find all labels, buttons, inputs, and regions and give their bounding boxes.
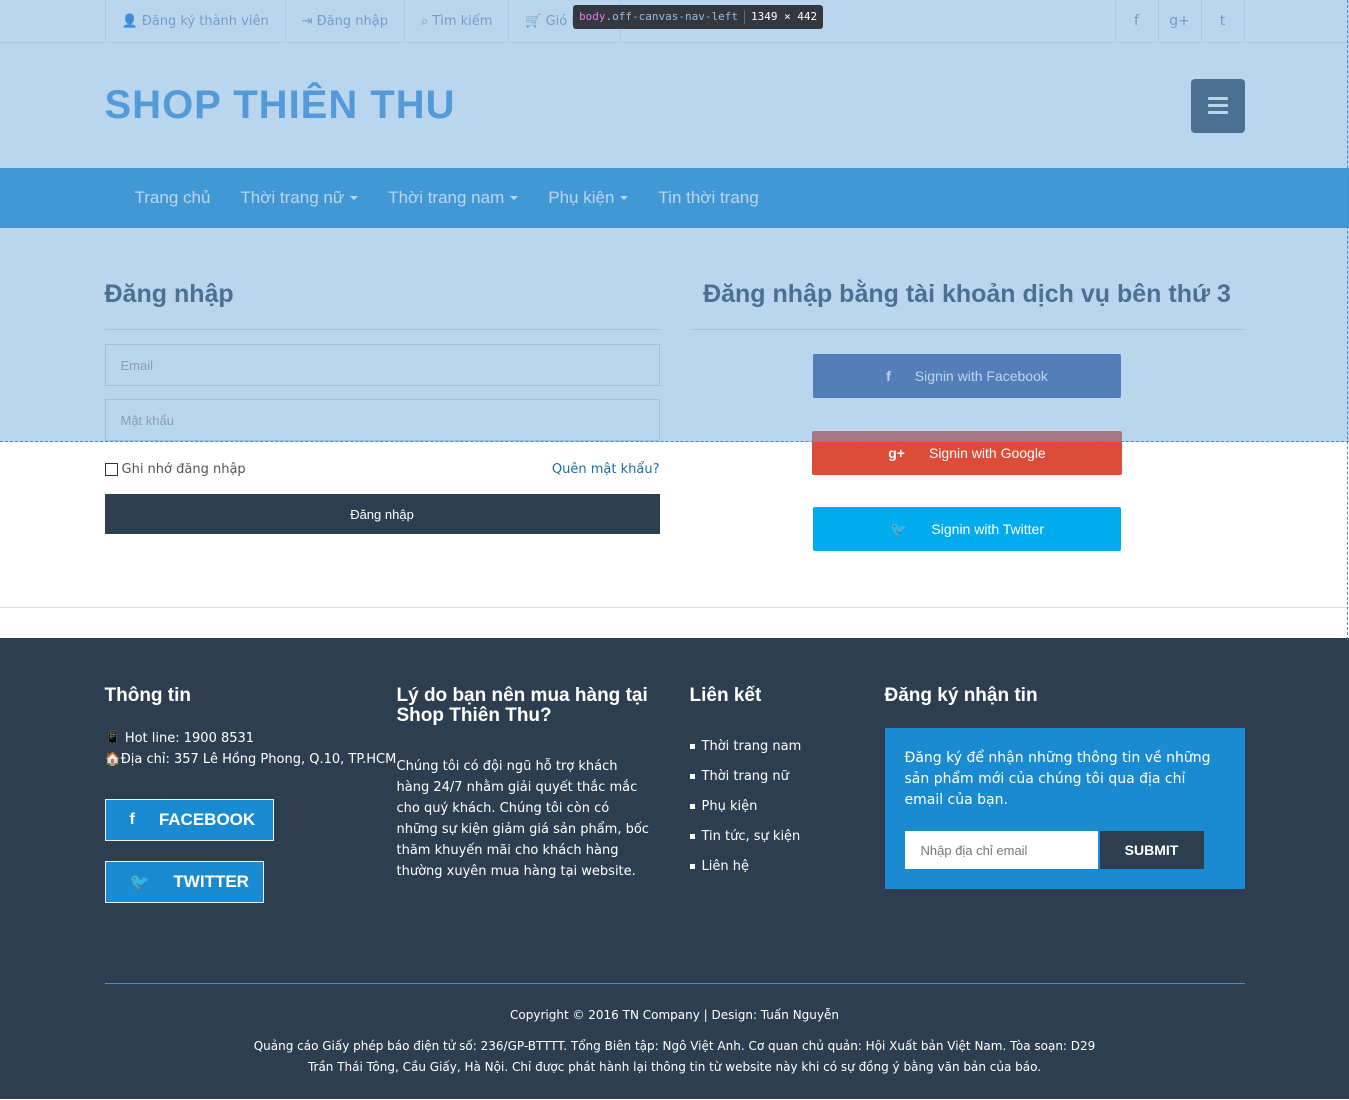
devtools-tooltip: body.off-canvas-nav-left 1349 × 442 [573, 5, 824, 29]
twitter-icon: 🐦 [129, 874, 150, 891]
newsletter-placeholder: Nhập địa chỉ email [920, 842, 1028, 858]
signin-google-button[interactable]: g+ Signin with Google [812, 431, 1122, 475]
footer-why: Lý do bạn nên mua hàng tại Shop Thiên Th… [397, 686, 690, 983]
footer-why-text: Chúng tôi có đội ngũ hỗ trợ khách hàng 2… [396, 759, 649, 879]
footer-link[interactable]: Tin tức, sự kiện [690, 826, 885, 847]
phone-icon: 📱 [104, 731, 121, 746]
copyright-line: Copyright © 2016 TN Company | Design: Tu… [510, 1008, 839, 1022]
footer-link[interactable]: Thời trang nữ [690, 766, 885, 787]
password-placeholder: Mật khẩu [120, 412, 174, 428]
footer-info-title: Thông tin [104, 685, 192, 706]
newsletter-submit-button[interactable]: SUBMIT [1099, 831, 1204, 869]
signin-google-label: Signin with Google [928, 445, 1046, 461]
main-nav: Trang chủ Thời trang nữ Thời trang nam P… [0, 168, 1349, 228]
nav-label: Phụ kiện [548, 188, 615, 207]
devtools-class: .off-canvas-nav-left [605, 10, 738, 23]
login-link[interactable]: ⇥ Đăng nhập [286, 0, 405, 42]
signin-twitter-label: Signin with Twitter [931, 521, 1044, 537]
devtools-dimensions: 1349 × 442 [750, 10, 818, 23]
copyright: Copyright © 2016 TN Company | Design: Tu… [0, 985, 1349, 1099]
caret-down-icon [350, 196, 359, 200]
newsletter-title: Đăng ký nhận tin [884, 685, 1038, 706]
cart-icon: 🛒 [525, 13, 542, 29]
user-icon: 👤 [121, 13, 138, 29]
search-link[interactable]: ⌕ Tìm kiếm [405, 0, 510, 42]
password-field[interactable]: Mật khẩu [104, 399, 660, 441]
footer-facebook-label: FACEBOOK [158, 810, 256, 829]
license-line-1: Quảng cáo Giấy phép báo điện tử số: 236/… [253, 1039, 1096, 1053]
email-field[interactable]: Email [104, 344, 660, 386]
site-logo[interactable]: SHOP THIÊN THU [105, 83, 456, 128]
footer-newsletter: Đăng ký nhận tin Đăng ký để nhận những t… [884, 685, 1245, 983]
signin-twitter-button[interactable]: 🐦 Signin with Twitter [813, 507, 1121, 551]
register-label: Đăng ký thành viên [141, 13, 269, 29]
footer-links-title: Liên kết [689, 685, 762, 706]
devtools-highlight-edge [1347, 0, 1348, 640]
nav-item-home[interactable]: Trang chủ [120, 188, 226, 208]
newsletter-box: Đăng ký để nhận những thông tin về những… [884, 728, 1245, 889]
footer-link[interactable]: Liên hệ [690, 856, 885, 877]
google-plus-icon[interactable]: g+ [1159, 0, 1202, 42]
devtools-tag: body [579, 10, 606, 23]
caret-down-icon [620, 196, 629, 200]
social-login: Đăng nhập bằng tài khoản dịch vụ bên thứ… [689, 280, 1245, 607]
home-icon: 🏠 [104, 752, 121, 767]
twitter-icon[interactable]: t [1202, 0, 1245, 42]
login-title: Đăng nhập [104, 280, 660, 330]
remember-checkbox[interactable] [104, 462, 118, 476]
forgot-password-link[interactable]: Quên mật khẩu? [552, 462, 660, 477]
top-links: 👤 Đăng ký thành viên ⇥ Đăng nhập ⌕ Tìm kiếm… [104, 0, 622, 42]
login-label: Đăng nhập [316, 13, 388, 29]
nav-item-men[interactable]: Thời trang nam [373, 188, 533, 208]
footer-links: Liên kết Thời trang nam Thời trang nữ Ph… [690, 686, 885, 983]
nav-item-women[interactable]: Thời trang nữ [225, 188, 373, 208]
signin-facebook-label: Signin with Facebook [914, 368, 1048, 384]
facebook-icon[interactable]: f [1116, 0, 1159, 42]
hamburger-menu-button[interactable] [1190, 78, 1245, 133]
nav-item-accessories[interactable]: Phụ kiện [533, 188, 643, 208]
footer-link[interactable]: Thời trang nam [690, 736, 885, 757]
login-form: Đăng nhập Email Mật khẩu Ghi nhớ đăng nh… [104, 280, 660, 607]
nav-label: Trang chủ [134, 188, 211, 207]
email-placeholder: Email [120, 357, 154, 373]
footer-facebook-button[interactable]: f FACEBOOK [104, 799, 274, 841]
license-line-2: Trần Thái Tông, Cầu Giấy, Hà Nội. Chỉ đư… [307, 1060, 1042, 1074]
remember-me[interactable]: Ghi nhớ đăng nhập [104, 461, 246, 477]
google-plus-icon: g+ [888, 445, 905, 461]
remember-label: Ghi nhớ đăng nhập [121, 461, 246, 477]
footer-link[interactable]: Phụ kiện [690, 796, 885, 817]
nav-item-fashion-news[interactable]: Tin thời trang [643, 188, 773, 208]
sign-in-icon: ⇥ [301, 13, 313, 29]
site-footer: Thông tin 📱 Hot line: 1900 8531 🏠Địa chỉ… [0, 638, 1349, 985]
nav-label: Tin thời trang [658, 188, 759, 207]
facebook-icon: f [886, 368, 891, 384]
search-label: Tìm kiếm [432, 13, 493, 29]
footer-info: Thông tin 📱 Hot line: 1900 8531 🏠Địa chỉ… [104, 685, 397, 983]
login-submit-button[interactable]: Đăng nhập [104, 494, 660, 534]
site-header: SHOP THIÊN THU [0, 43, 1349, 168]
signin-facebook-button[interactable]: f Signin with Facebook [813, 354, 1121, 398]
search-icon: ⌕ [420, 13, 429, 29]
facebook-icon: f [129, 811, 135, 828]
footer-twitter-button[interactable]: 🐦 TWITTER [104, 861, 264, 903]
hotline: Hot line: 1900 8531 [124, 731, 255, 746]
twitter-icon: 🐦 [889, 520, 908, 537]
caret-down-icon [510, 196, 519, 200]
footer-why-title: Lý do bạn nên mua hàng tại Shop Thiên Th… [396, 685, 648, 726]
nav-label: Thời trang nam [388, 188, 505, 207]
newsletter-email-input[interactable]: Nhập địa chỉ email [904, 831, 1098, 869]
nav-label: Thời trang nữ [240, 188, 345, 207]
social-login-title: Đăng nhập bằng tài khoản dịch vụ bên thứ… [689, 280, 1245, 330]
login-section: Đăng nhập Email Mật khẩu Ghi nhớ đăng nh… [104, 228, 1245, 607]
register-link[interactable]: 👤 Đăng ký thành viên [106, 0, 286, 42]
top-social-links: f g+ t [1114, 0, 1245, 42]
address: Địa chỉ: 357 Lê Hồng Phong, Q.10, TP.HCM [120, 752, 397, 767]
newsletter-text: Đăng ký để nhận những thông tin về những… [904, 750, 1211, 808]
footer-twitter-label: TWITTER [173, 872, 249, 891]
